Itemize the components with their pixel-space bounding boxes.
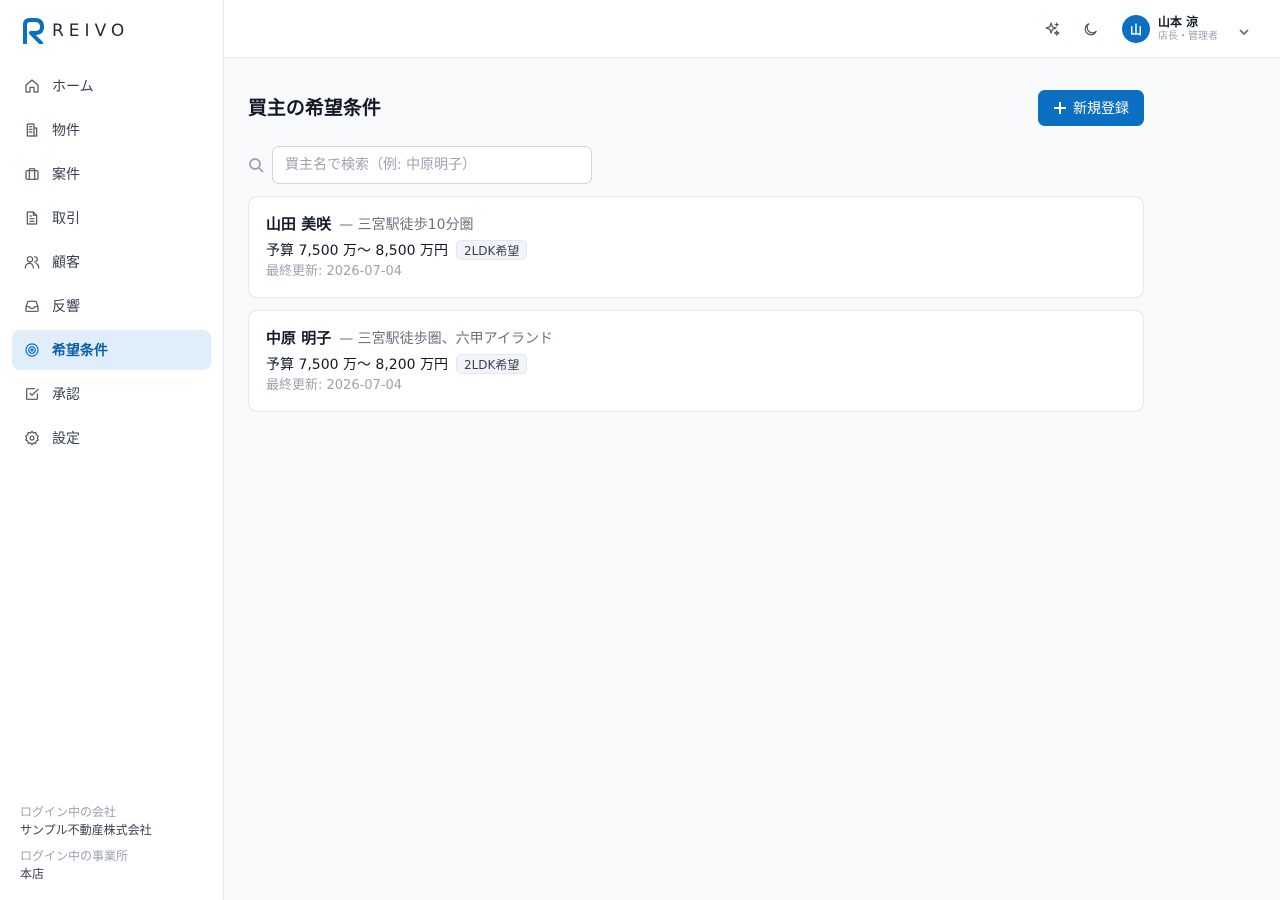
- inbox-icon: [24, 298, 40, 314]
- avatar: 山: [1122, 15, 1150, 43]
- login-context: ログイン中の会社 サンプル不動産株式会社 ログイン中の事業所 本店: [20, 803, 152, 891]
- sidebar-item-deals[interactable]: 案件: [12, 154, 211, 194]
- sidebar-item-transactions[interactable]: 取引: [12, 198, 211, 238]
- budget-range: 予算 7,500 万〜 8,200 万円: [266, 357, 448, 373]
- sidebar-nav: ホーム 物件 案件 取引 顧客 反響 希望条件 承認 設定: [12, 66, 211, 462]
- sidebar-item-label: 設定: [52, 431, 80, 447]
- last-updated: 最終更新: 2026-07-04: [266, 378, 403, 393]
- buyer-name: 山田 美咲: [266, 215, 332, 233]
- topbar: 山 山本 涼 店長・管理者: [224, 0, 1280, 58]
- home-icon: [24, 78, 40, 94]
- search-icon: [248, 157, 264, 173]
- layout-badge: 2LDK希望: [455, 354, 528, 374]
- sidebar-item-home[interactable]: ホーム: [12, 66, 211, 106]
- document-icon: [24, 210, 40, 226]
- new-registration-label: 新規登録: [1073, 100, 1129, 116]
- building-icon: [24, 122, 40, 138]
- sidebar-item-label: 希望条件: [52, 343, 108, 359]
- sidebar-item-label: 顧客: [52, 255, 80, 271]
- logo[interactable]: REIVO: [22, 17, 129, 45]
- buyer-preference-card[interactable]: 中原 明子 — 三宮駅徒歩圏、六甲アイランド 予算 7,500 万〜 8,200…: [248, 310, 1144, 412]
- buyer-area: — 三宮駅徒歩圏、六甲アイランド: [339, 331, 553, 347]
- buyer-preference-card[interactable]: 山田 美咲 — 三宮駅徒歩10分圏 予算 7,500 万〜 8,500 万円 2…: [248, 196, 1144, 298]
- chevron-down-icon: [1238, 23, 1250, 36]
- sidebar-item-properties[interactable]: 物件: [12, 110, 211, 150]
- layout-badge: 2LDK希望: [455, 240, 528, 260]
- sidebar-item-label: 取引: [52, 211, 80, 227]
- user-role: 店長・管理者: [1158, 31, 1218, 42]
- moon-icon[interactable]: [1078, 17, 1102, 41]
- user-menu[interactable]: 山 山本 涼 店長・管理者: [1122, 14, 1250, 44]
- buyer-search-input[interactable]: [272, 146, 592, 184]
- page-title: 買主の希望条件: [248, 97, 382, 119]
- check-square-icon: [24, 386, 40, 402]
- users-icon: [24, 254, 40, 270]
- logo-text: REIVO: [52, 21, 130, 41]
- sparkles-icon[interactable]: [1040, 17, 1064, 41]
- sidebar-item-preferences[interactable]: 希望条件: [12, 330, 211, 370]
- user-name: 山本 涼: [1158, 15, 1199, 29]
- new-registration-button[interactable]: 新規登録: [1038, 90, 1144, 126]
- logo-mark-icon: [23, 18, 44, 44]
- buyer-name: 中原 明子: [266, 329, 332, 347]
- sidebar-item-label: ホーム: [52, 79, 94, 95]
- sidebar-item-settings[interactable]: 設定: [12, 418, 211, 458]
- briefcase-icon: [24, 166, 40, 182]
- buyer-area: — 三宮駅徒歩10分圏: [339, 217, 474, 233]
- plus-icon: [1054, 102, 1066, 114]
- last-updated: 最終更新: 2026-07-04: [266, 264, 403, 279]
- sidebar-item-approvals[interactable]: 承認: [12, 374, 211, 414]
- sidebar-item-label: 反響: [52, 299, 80, 315]
- target-icon: [24, 342, 40, 358]
- sidebar: REIVO ホーム 物件 案件 取引 顧客 反響 希望条件 承認 設定 ログイン…: [0, 0, 224, 900]
- office-label: ログイン中の事業所: [20, 849, 129, 863]
- sidebar-item-label: 物件: [52, 123, 80, 139]
- sidebar-item-label: 案件: [52, 167, 80, 183]
- office-value: 本店: [20, 867, 45, 881]
- budget-range: 予算 7,500 万〜 8,500 万円: [266, 243, 448, 259]
- company-label: ログイン中の会社: [20, 805, 117, 819]
- sidebar-item-label: 承認: [52, 387, 80, 403]
- gear-icon: [24, 430, 40, 446]
- sidebar-item-inquiries[interactable]: 反響: [12, 286, 211, 326]
- sidebar-item-customers[interactable]: 顧客: [12, 242, 211, 282]
- company-value: サンプル不動産株式会社: [20, 823, 152, 837]
